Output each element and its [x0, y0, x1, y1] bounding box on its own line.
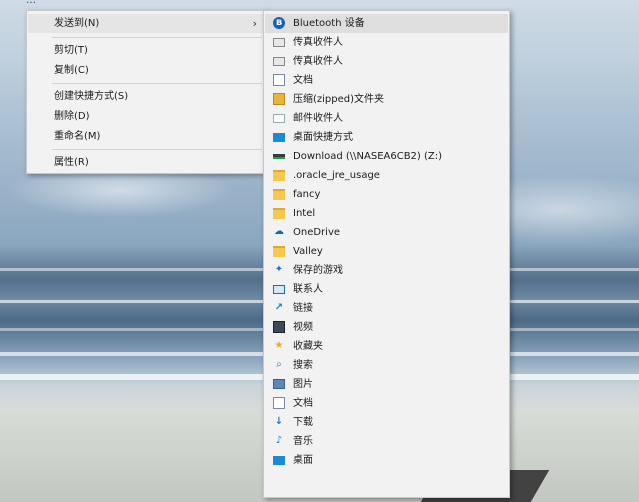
- menu-item-label: 复制(C): [54, 65, 89, 76]
- bluetooth-icon: ʙ: [273, 17, 285, 29]
- send-to-item-label: 保存的游戏: [293, 265, 343, 276]
- send-to-item-document[interactable]: 文档: [265, 71, 508, 90]
- send-to-item-label: Valley: [293, 246, 323, 257]
- send-to-item-downloads[interactable]: ↓ 下载: [265, 413, 508, 432]
- send-to-item-label: 图片: [293, 379, 313, 390]
- send-to-item-intel[interactable]: Intel: [265, 204, 508, 223]
- send-to-item-label: fancy: [293, 189, 321, 200]
- send-to-item-label: OneDrive: [293, 227, 341, 238]
- folder-icon: [273, 189, 285, 200]
- send-to-item-label: 压缩(zipped)文件夹: [293, 94, 385, 105]
- send-to-item-desktop[interactable]: 桌面: [265, 451, 508, 470]
- menu-item-cut[interactable]: 剪切(T): [28, 41, 265, 60]
- send-to-item-label: 下载: [293, 417, 313, 428]
- mail-icon: [273, 114, 285, 123]
- send-to-item-label: 链接: [293, 303, 313, 314]
- send-to-item-label: 文档: [293, 75, 313, 86]
- send-to-item-label: 传真收件人: [293, 56, 343, 67]
- send-to-item-network-drive[interactable]: Download (\\NASEA6CB2) (Z:): [265, 147, 508, 166]
- send-to-item-desktop-shortcut[interactable]: 桌面快捷方式: [265, 128, 508, 147]
- folder-icon: [273, 246, 285, 257]
- desktop-icon: [273, 456, 285, 465]
- menu-separator: [52, 149, 262, 150]
- send-to-item-label: 桌面: [293, 455, 313, 466]
- fax-icon: [273, 38, 285, 47]
- send-to-item-label: 文档: [293, 398, 313, 409]
- send-to-submenu: ʙ Bluetooth 设备 传真收件人 传真收件人 文档 压缩(zipped)…: [263, 10, 510, 498]
- send-to-item-label: Download (\\NASEA6CB2) (Z:): [293, 151, 443, 162]
- search-icon: ⌕: [276, 359, 282, 370]
- document-icon: [273, 74, 285, 86]
- pictures-icon: [273, 379, 285, 389]
- send-to-item-label: Bluetooth 设备: [293, 18, 365, 29]
- menu-separator: [52, 37, 262, 38]
- menu-separator: [52, 83, 262, 84]
- links-icon: ↗: [274, 302, 284, 313]
- send-to-item-label: 桌面快捷方式: [293, 132, 353, 143]
- send-to-item-label: 传真收件人: [293, 37, 343, 48]
- menu-item-label: 重命名(M): [54, 131, 101, 142]
- send-to-item-valley[interactable]: Valley: [265, 242, 508, 261]
- send-to-item-zip-folder[interactable]: 压缩(zipped)文件夹: [265, 90, 508, 109]
- onedrive-icon: ☁: [274, 226, 284, 237]
- send-to-item-fancy[interactable]: fancy: [265, 185, 508, 204]
- menu-item-label: 创建快捷方式(S): [54, 91, 129, 102]
- zip-folder-icon: [273, 93, 285, 105]
- saved-games-icon: ✦: [274, 264, 284, 275]
- send-to-item-saved-games[interactable]: ✦ 保存的游戏: [265, 261, 508, 280]
- menu-item-create-shortcut[interactable]: 创建快捷方式(S): [28, 87, 265, 106]
- send-to-item-mail-recipient[interactable]: 邮件收件人: [265, 109, 508, 128]
- send-to-item-fax-recipient[interactable]: 传真收件人: [265, 33, 508, 52]
- send-to-item-searches[interactable]: ⌕ 搜索: [265, 356, 508, 375]
- send-to-item-label: 音乐: [293, 436, 313, 447]
- menu-item-label: 发送到(N): [54, 18, 100, 29]
- send-to-item-contacts[interactable]: 联系人: [265, 280, 508, 299]
- documents-icon: [273, 397, 285, 409]
- favorites-icon: ★: [274, 340, 284, 351]
- send-to-item-label: 联系人: [293, 284, 323, 295]
- send-to-item-label: Intel: [293, 208, 316, 219]
- send-to-item-bluetooth[interactable]: ʙ Bluetooth 设备: [265, 14, 508, 33]
- send-to-item-label: 邮件收件人: [293, 113, 343, 124]
- menu-item-copy[interactable]: 复制(C): [28, 61, 265, 80]
- send-to-item-videos[interactable]: 视频: [265, 318, 508, 337]
- videos-icon: [273, 321, 285, 333]
- send-to-item-pictures[interactable]: 图片: [265, 375, 508, 394]
- menu-item-label: 剪切(T): [54, 45, 88, 56]
- send-to-item-onedrive[interactable]: ☁ OneDrive: [265, 223, 508, 242]
- send-to-item-documents[interactable]: 文档: [265, 394, 508, 413]
- menu-item-rename[interactable]: 重命名(M): [28, 127, 265, 146]
- top-strip-text: …: [26, 0, 36, 6]
- menu-item-label: 删除(D): [54, 111, 90, 122]
- music-icon: ♪: [275, 435, 283, 446]
- menu-item-delete[interactable]: 删除(D): [28, 107, 265, 126]
- folder-icon: [273, 170, 285, 181]
- send-to-item-label: .oracle_jre_usage: [293, 170, 380, 181]
- desktop-shortcut-icon: [273, 133, 285, 142]
- send-to-item-music[interactable]: ♪ 音乐: [265, 432, 508, 451]
- send-to-item-fax-recipient-2[interactable]: 传真收件人: [265, 52, 508, 71]
- send-to-item-label: 收藏夹: [293, 341, 323, 352]
- menu-item-properties[interactable]: 属性(R): [28, 153, 265, 172]
- send-to-item-oracle-jre-usage[interactable]: .oracle_jre_usage: [265, 166, 508, 185]
- fax-icon: [273, 57, 285, 66]
- send-to-item-links[interactable]: ↗ 链接: [265, 299, 508, 318]
- downloads-icon: ↓: [274, 416, 284, 427]
- folder-icon: [273, 208, 285, 219]
- network-drive-icon: [273, 154, 285, 159]
- send-to-item-label: 视频: [293, 322, 313, 333]
- context-menu: 发送到(N) › 剪切(T) 复制(C) 创建快捷方式(S) 删除(D) 重命名…: [26, 10, 267, 174]
- menu-item-label: 属性(R): [54, 157, 89, 168]
- send-to-item-label: 搜索: [293, 360, 313, 371]
- contacts-icon: [273, 285, 285, 294]
- submenu-arrow-icon: ›: [252, 17, 257, 30]
- menu-item-send-to[interactable]: 发送到(N) ›: [28, 14, 265, 33]
- send-to-item-favorites[interactable]: ★ 收藏夹: [265, 337, 508, 356]
